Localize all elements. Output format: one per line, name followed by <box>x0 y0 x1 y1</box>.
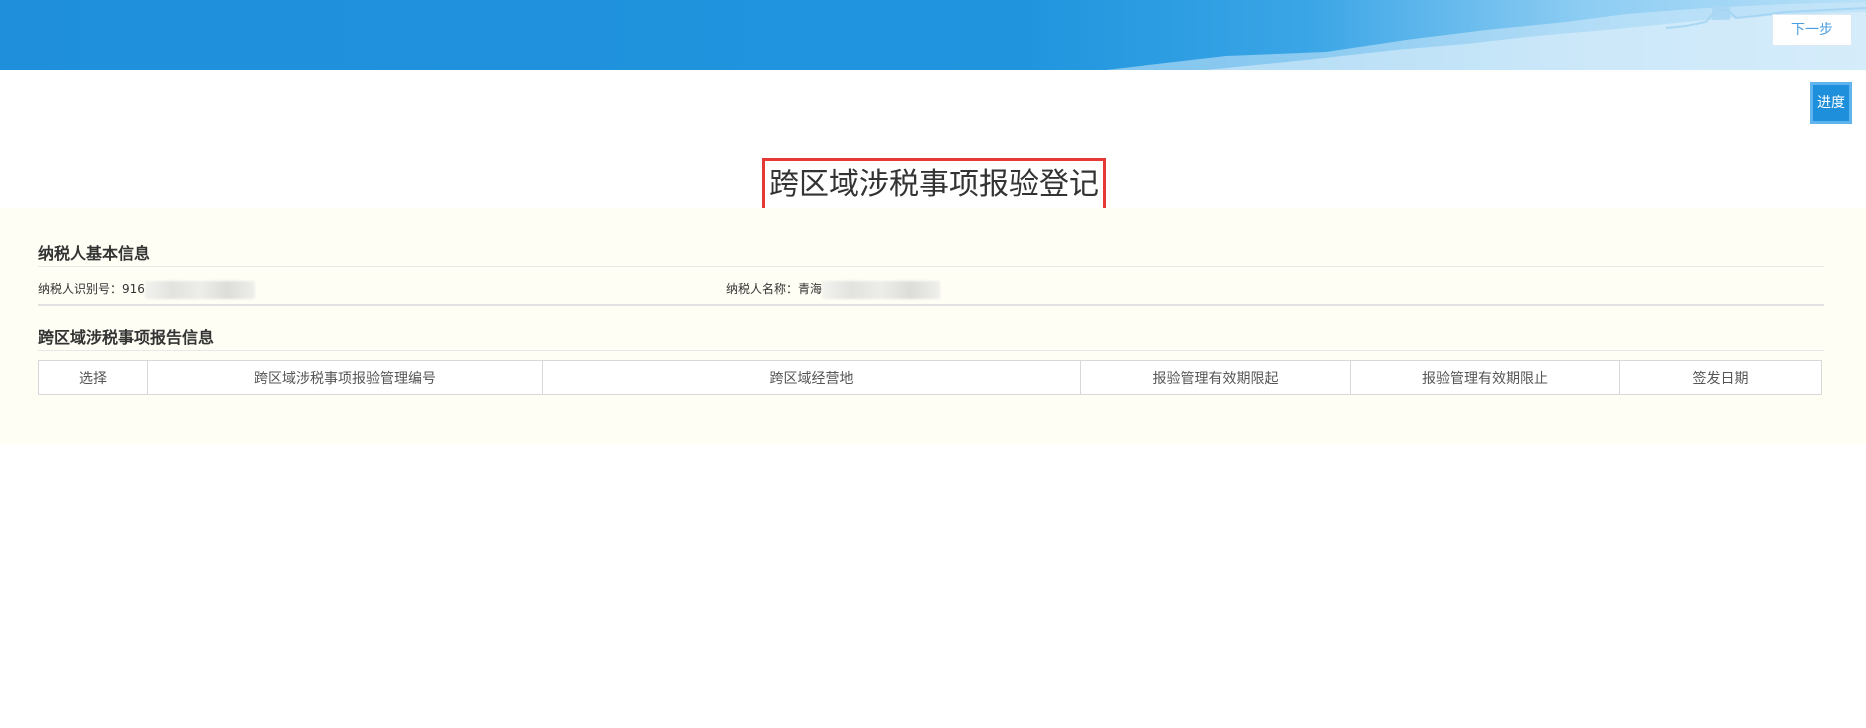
taxpayer-id-field: 纳税人识别号：916 <box>38 280 255 299</box>
column-header-valid-to: 报验管理有效期限止 <box>1350 360 1620 395</box>
taxpayer-name-field: 纳税人名称：青海 <box>726 280 941 299</box>
next-step-button[interactable]: 下一步 <box>1772 14 1852 46</box>
column-header-valid-from: 报验管理有效期限起 <box>1080 360 1351 395</box>
taxpayer-name-value: 青海 <box>798 282 823 296</box>
column-header-business-location: 跨区域经营地 <box>542 360 1081 395</box>
taxpayer-id-label: 纳税人识别号： <box>38 282 123 296</box>
column-header-select: 选择 <box>38 360 148 395</box>
divider <box>38 266 1824 267</box>
progress-button[interactable]: 进度 <box>1810 82 1852 124</box>
taxpayer-info-title: 纳税人基本信息 <box>38 244 151 263</box>
report-info-title: 跨区域涉税事项报告信息 <box>38 328 215 347</box>
page-title: 跨区域涉税事项报验登记 <box>769 167 1099 202</box>
redacted-mask <box>144 280 255 299</box>
taxpayer-name-label: 纳税人名称： <box>726 282 799 296</box>
top-banner: 下一步 <box>0 0 1866 70</box>
page-title-box: 跨区域涉税事项报验登记 <box>762 158 1106 212</box>
taxpayer-id-value: 916 <box>122 282 145 296</box>
form-panel: 纳税人基本信息 纳税人识别号：916 纳税人名称：青海 跨区域涉税事项报告信息 … <box>0 208 1866 444</box>
column-header-report-number: 跨区域涉税事项报验管理编号 <box>147 360 543 395</box>
redacted-mask <box>822 280 941 299</box>
divider <box>38 350 1824 351</box>
divider <box>38 304 1824 306</box>
great-wall-banner-image <box>1106 2 1866 70</box>
report-table: 选择 跨区域涉税事项报验管理编号 跨区域经营地 报验管理有效期限起 报验管理有效… <box>38 360 1822 395</box>
column-header-issue-date: 签发日期 <box>1619 360 1822 395</box>
table-header-row: 选择 跨区域涉税事项报验管理编号 跨区域经营地 报验管理有效期限起 报验管理有效… <box>38 360 1822 395</box>
